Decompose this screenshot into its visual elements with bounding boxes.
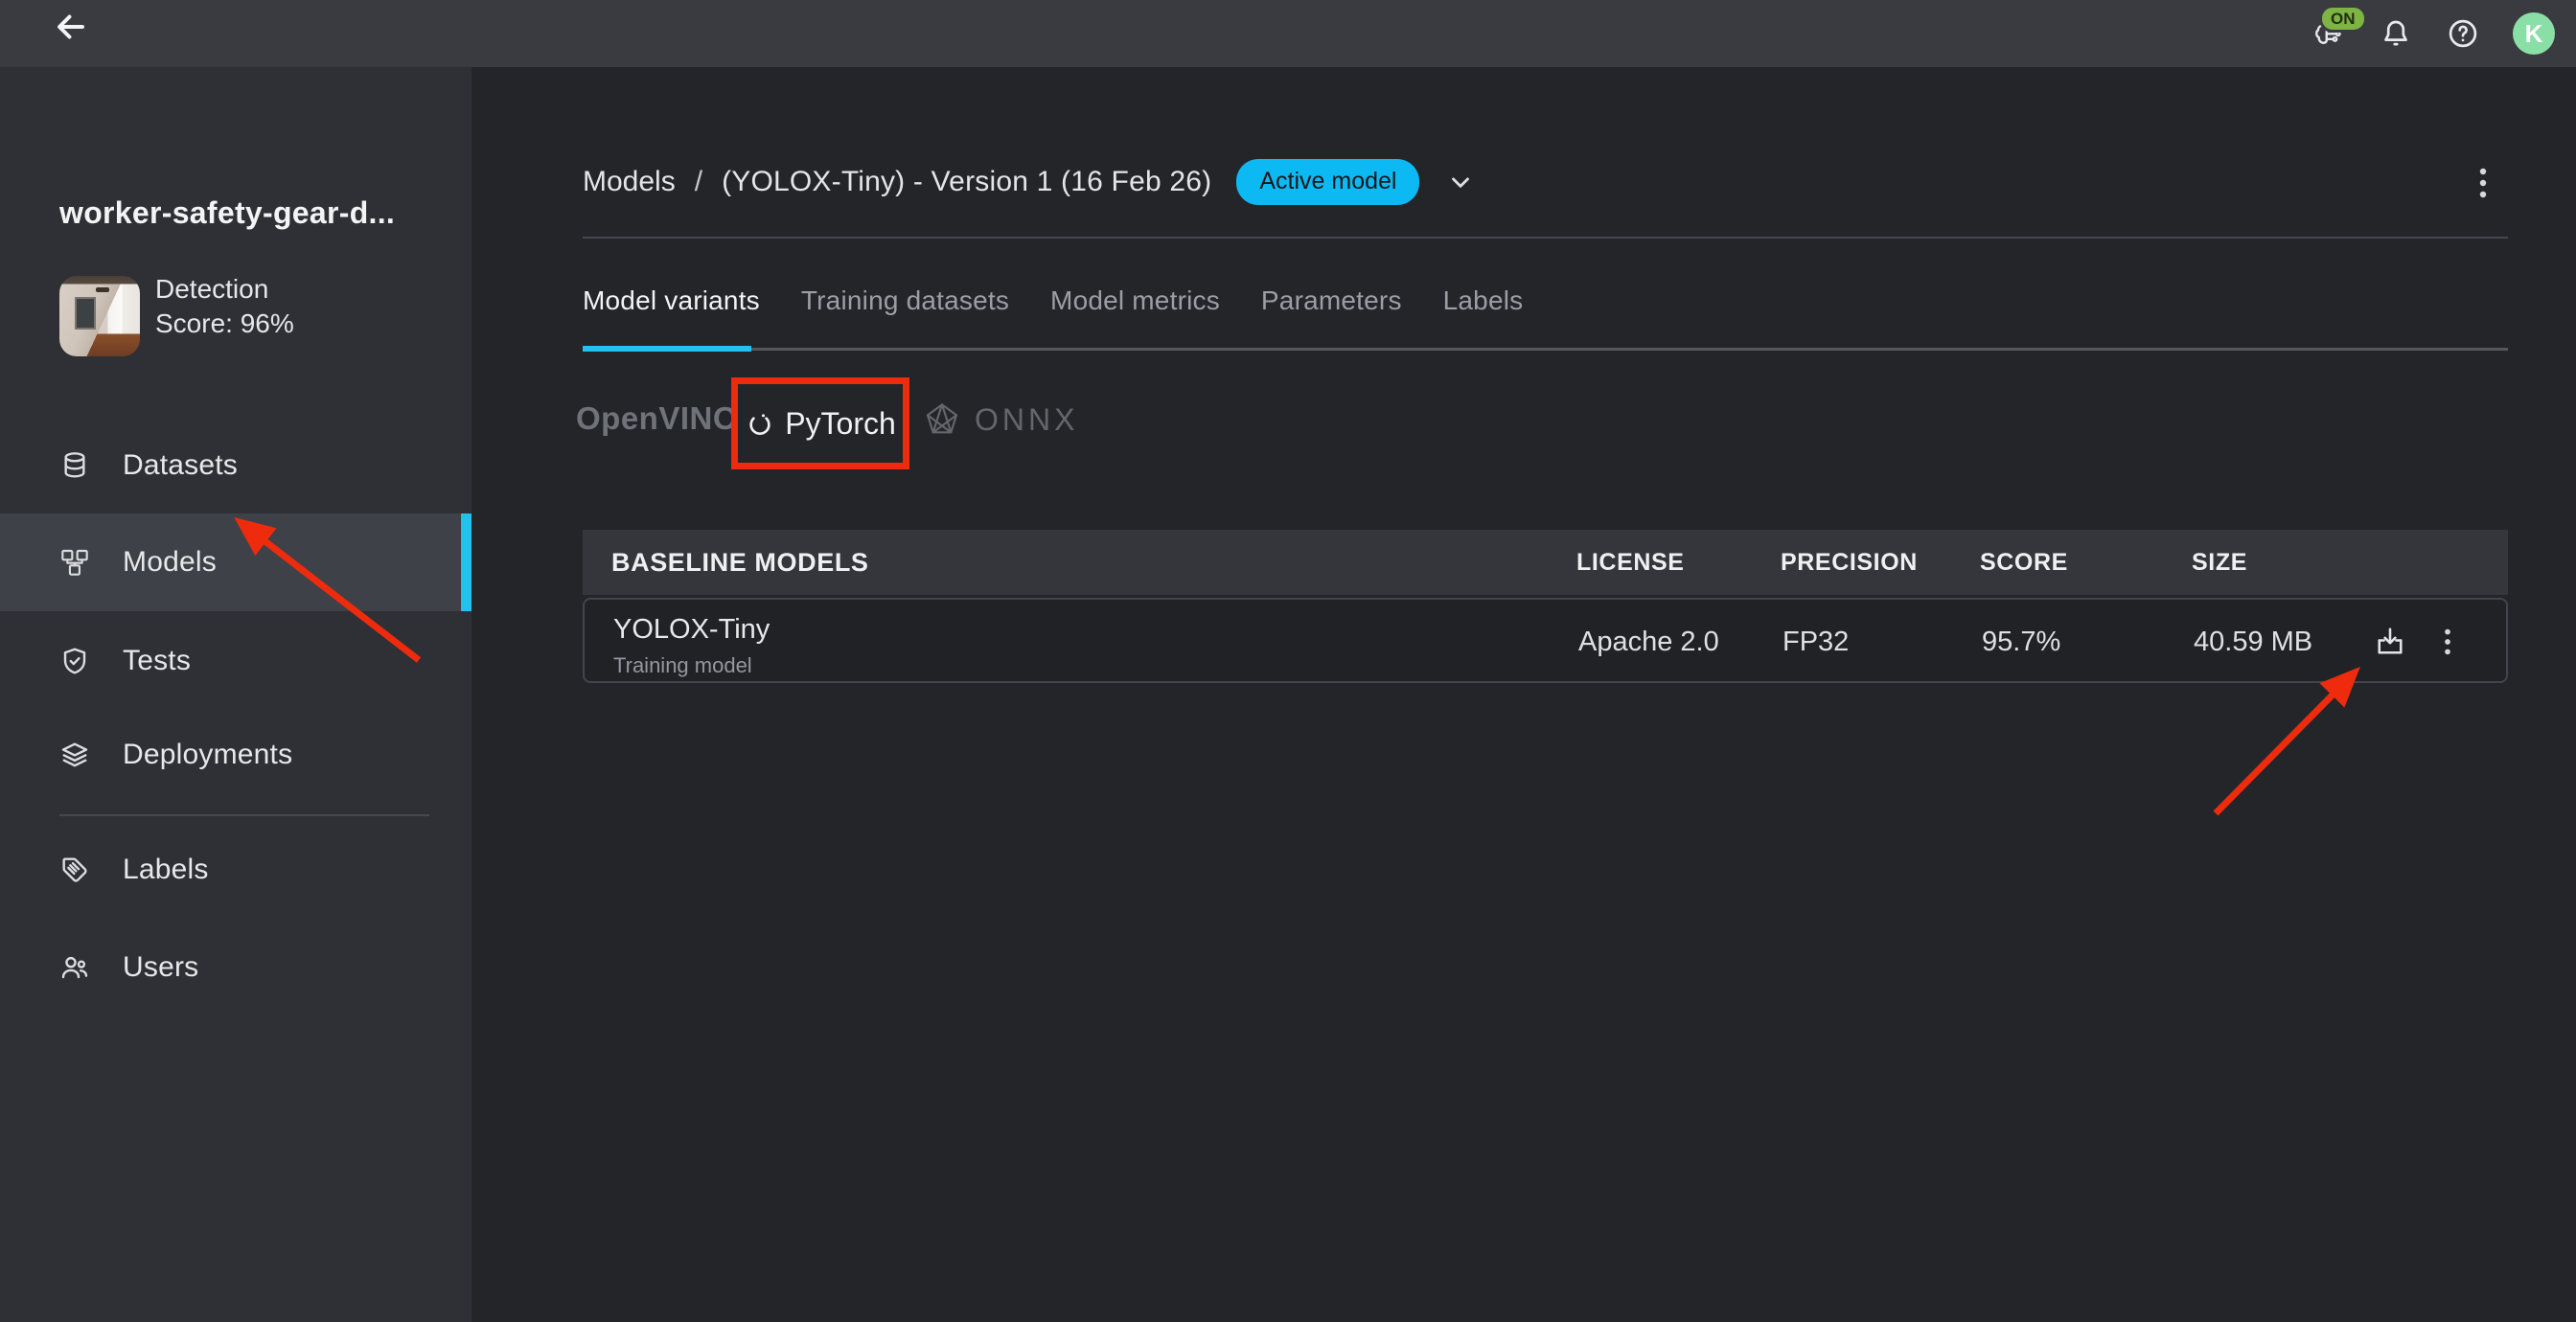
cell-license: Apache 2.0 <box>1578 600 1719 685</box>
cell-precision: FP32 <box>1782 600 1849 685</box>
breadcrumb-separator: / <box>695 166 702 198</box>
model-name: YOLOX-Tiny <box>613 614 770 646</box>
framework-label: PyTorch <box>785 406 896 442</box>
onnx-icon <box>923 400 961 439</box>
sidebar-item-tests[interactable]: Tests <box>0 613 472 709</box>
sidebar-item-label: Models <box>123 546 217 579</box>
sidebar-item-label: Labels <box>123 854 209 886</box>
sidebar-item-models[interactable]: Models <box>0 513 472 611</box>
tab-labels[interactable]: Labels <box>1443 285 1524 343</box>
app-window: ON K worker-safety-gear-d... <box>0 0 2576 1322</box>
model-subtitle: Training model <box>613 653 752 678</box>
help-icon[interactable] <box>2446 16 2480 51</box>
sidebar-item-labels[interactable]: Labels <box>0 822 472 918</box>
credits-brain-icon[interactable]: ON <box>2312 16 2346 51</box>
table-group-header: BASELINE MODELS <box>611 530 869 595</box>
column-header-score: SCORE <box>1980 530 2068 595</box>
column-header-size: SIZE <box>2192 530 2247 595</box>
baseline-models-table: BASELINE MODELS LICENSE PRECISION SCORE … <box>583 530 2508 595</box>
project-name: worker-safety-gear-d... <box>59 195 395 231</box>
sidebar-item-deployments[interactable]: Deployments <box>0 707 472 803</box>
breadcrumb: Models / (YOLOX-Tiny) - Version 1 (16 Fe… <box>583 153 1475 211</box>
framework-tab-openvino[interactable]: OpenVINO <box>576 400 738 437</box>
database-icon <box>59 450 90 481</box>
tab-training-datasets[interactable]: Training datasets <box>801 285 1009 343</box>
framework-label: ONNX <box>975 402 1078 438</box>
sidebar: worker-safety-gear-d... Detection Score:… <box>0 67 472 1322</box>
layers-icon <box>59 740 90 770</box>
tab-model-metrics[interactable]: Model metrics <box>1050 285 1220 343</box>
model-graph-icon <box>59 547 90 578</box>
tab-bar: Model variants Training datasets Model m… <box>583 285 1523 343</box>
project-thumbnail[interactable] <box>59 276 140 356</box>
cell-score: 95.7% <box>1982 600 2060 685</box>
sidebar-item-label: Datasets <box>123 449 238 482</box>
users-icon <box>59 952 90 983</box>
shield-check-icon <box>59 646 90 676</box>
tab-model-variants[interactable]: Model variants <box>583 285 760 343</box>
top-bar: ON K <box>0 0 2576 67</box>
page-kebab-menu-icon[interactable] <box>2471 165 2496 201</box>
tag-icon <box>59 855 90 885</box>
download-icon[interactable] <box>2373 625 2407 659</box>
header-divider <box>583 237 2508 239</box>
user-avatar[interactable]: K <box>2513 12 2555 55</box>
sidebar-item-label: Users <box>123 951 198 984</box>
active-tab-indicator <box>583 346 751 352</box>
notifications-bell-icon[interactable] <box>2379 16 2413 51</box>
table-header-row: BASELINE MODELS LICENSE PRECISION SCORE … <box>583 530 2508 595</box>
column-header-precision: PRECISION <box>1781 530 1918 595</box>
thumbnail-detail <box>75 297 96 330</box>
breadcrumb-current-model: (YOLOX-Tiny) - Version 1 (16 Feb 26) <box>722 166 1211 198</box>
row-kebab-menu-icon[interactable] <box>2436 625 2459 659</box>
breadcrumb-models-link[interactable]: Models <box>583 166 676 198</box>
cell-size: 40.59 MB <box>2194 600 2312 685</box>
column-header-license: LICENSE <box>1576 530 1685 595</box>
tab-parameters[interactable]: Parameters <box>1261 285 1402 343</box>
tabs-underline <box>583 348 2508 351</box>
topbar-actions: ON K <box>2312 0 2555 67</box>
framework-tab-pytorch[interactable]: PyTorch <box>731 377 909 469</box>
framework-tab-onnx[interactable]: ONNX <box>923 400 1078 439</box>
project-task-type: Detection <box>155 274 268 305</box>
sidebar-item-label: Deployments <box>123 739 292 771</box>
pytorch-flame-icon <box>745 408 775 439</box>
active-model-badge[interactable]: Active model <box>1236 159 1419 205</box>
project-score: Score: 96% <box>155 308 294 339</box>
sidebar-item-label: Tests <box>123 645 191 677</box>
table-row[interactable]: YOLOX-Tiny Training model Apache 2.0 FP3… <box>583 598 2508 683</box>
back-arrow-icon[interactable] <box>54 10 88 44</box>
credits-on-badge: ON <box>2319 5 2367 33</box>
thumbnail-detail <box>96 287 109 292</box>
chevron-down-icon[interactable] <box>1446 168 1475 196</box>
sidebar-divider <box>59 814 429 816</box>
sidebar-item-users[interactable]: Users <box>0 920 472 1015</box>
sidebar-item-datasets[interactable]: Datasets <box>0 418 472 513</box>
